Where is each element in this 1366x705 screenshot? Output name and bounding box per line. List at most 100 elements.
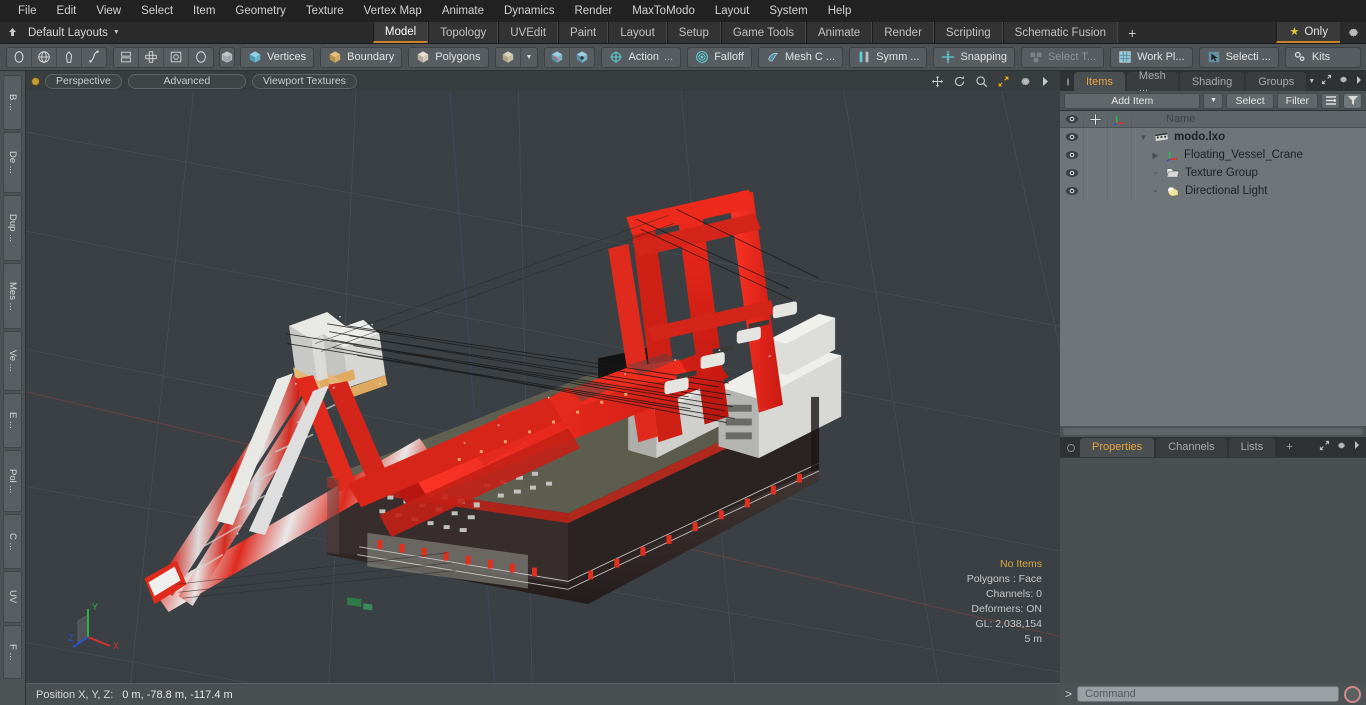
items-list[interactable]: Name ▼ modo.lxo ▶ Floating_Vessel_Crane …	[1060, 111, 1366, 426]
collapse-twisty-icon[interactable]: ▶	[1150, 151, 1161, 160]
tab-animate[interactable]: Animate	[806, 22, 873, 43]
items-list-empty-area[interactable]	[1060, 200, 1366, 426]
menu-view[interactable]: View	[86, 0, 131, 22]
viewport-textures-selector[interactable]: Viewport Textures	[251, 73, 357, 89]
row-add-cell[interactable]	[1084, 182, 1108, 200]
command-input[interactable]: Command	[1077, 686, 1339, 702]
tab-game-tools[interactable]: Game Tools	[720, 22, 806, 43]
tab-paint[interactable]: Paint	[558, 22, 609, 43]
snap-magnet-icon[interactable]	[570, 48, 594, 67]
tab-shading[interactable]: Shading	[1179, 72, 1245, 91]
tab-scripting[interactable]: Scripting	[933, 22, 1003, 43]
left-tab-polygon[interactable]: Pol ...	[3, 449, 22, 512]
expand-twisty-icon[interactable]: ▼	[1138, 133, 1149, 142]
viewport-camera-selector[interactable]: Perspective	[45, 73, 122, 89]
pan-icon[interactable]	[931, 75, 944, 88]
snapping-button[interactable]: Snapping	[933, 46, 1015, 68]
menu-animate[interactable]: Animate	[432, 0, 494, 22]
row-visibility-toggle[interactable]	[1060, 146, 1084, 164]
panel-gear-icon[interactable]	[1338, 74, 1349, 88]
add-item-button[interactable]: Add Item	[1064, 92, 1201, 109]
polygons-button[interactable]: Polygons	[408, 46, 489, 68]
mesh-dropdown-caret-icon[interactable]: ▼	[521, 48, 538, 67]
edge-mode-icon[interactable]	[32, 47, 57, 67]
left-tab-curve[interactable]: C ...	[3, 513, 22, 570]
table-row[interactable]: ▼ modo.lxo	[1060, 128, 1366, 146]
left-tab-deform[interactable]: De ...	[3, 131, 22, 193]
select-through-button[interactable]: Select T...	[1020, 46, 1105, 68]
kits-button[interactable]: Kits	[1284, 46, 1361, 68]
tab-items[interactable]: Items	[1074, 72, 1125, 91]
tab-dropdown-caret-icon[interactable]: ▼	[1308, 78, 1315, 85]
panel-more-arrow-icon[interactable]	[1353, 440, 1361, 453]
menu-geometry[interactable]: Geometry	[225, 0, 296, 22]
item-row-directional-light[interactable]: ▪ Directional Light	[1132, 185, 1268, 198]
row-transform-cell[interactable]	[1108, 182, 1132, 200]
list-options-icon[interactable]	[1321, 92, 1340, 109]
3d-viewport[interactable]: Y X Z No Items Polygons : Face Channels:…	[26, 91, 1060, 683]
menu-texture[interactable]: Texture	[296, 0, 354, 22]
tab-groups[interactable]: Groups	[1246, 72, 1307, 91]
properties-content-area[interactable]	[1060, 456, 1366, 683]
tab-mesh-ops[interactable]: Mesh ...	[1126, 70, 1178, 94]
curve-mode-icon[interactable]	[82, 48, 106, 67]
gear-icon[interactable]	[1340, 22, 1366, 43]
row-transform-cell[interactable]	[1108, 146, 1132, 164]
expand-panel-icon[interactable]	[1319, 440, 1330, 454]
selection-set-button[interactable]: Selecti ...	[1198, 46, 1279, 68]
left-tab-vertex[interactable]: Ve ...	[3, 331, 22, 391]
row-add-cell[interactable]	[1084, 146, 1108, 164]
menu-system[interactable]: System	[759, 0, 817, 22]
tab-setup[interactable]: Setup	[666, 22, 721, 43]
left-tab-duplicate[interactable]: Dup ...	[3, 194, 22, 261]
tab-schematic-fusion[interactable]: Schematic Fusion	[1002, 22, 1119, 43]
horizontal-scrollbar[interactable]	[1063, 427, 1363, 435]
menu-edit[interactable]: Edit	[47, 0, 87, 22]
add-item-dropdown-caret-icon[interactable]: ▼	[1203, 92, 1224, 109]
mesh-icon[interactable]	[496, 47, 521, 67]
work-plane-button[interactable]: Work Pl...	[1110, 46, 1193, 68]
action-center-button[interactable]: Action ...	[601, 46, 682, 68]
row-transform-cell[interactable]	[1108, 128, 1132, 146]
viewport-more-arrow-icon[interactable]	[1041, 76, 1050, 87]
zoom-icon[interactable]	[975, 75, 988, 88]
item-row-mesh[interactable]: ▶ Floating_Vessel_Crane	[1132, 149, 1303, 162]
tab-properties[interactable]: Properties	[1080, 437, 1155, 457]
home-icon[interactable]	[0, 22, 24, 43]
tab-render[interactable]: Render	[872, 22, 934, 43]
filter-funnel-icon[interactable]	[1343, 92, 1362, 109]
menu-render[interactable]: Render	[564, 0, 622, 22]
align-center-icon[interactable]	[139, 47, 164, 67]
menu-item[interactable]: Item	[183, 0, 225, 22]
layout-selector[interactable]: Default Layouts ▼	[24, 22, 128, 43]
mesh-constraint-button[interactable]: Mesh C ...	[757, 46, 844, 68]
panel-more-arrow-icon[interactable]	[1355, 75, 1363, 88]
falloff-button[interactable]: Falloff	[687, 46, 752, 68]
left-tab-uv[interactable]: UV	[3, 571, 22, 623]
align-horizontal-icon[interactable]	[114, 47, 139, 67]
snap-to-geometry-icon[interactable]	[545, 47, 571, 67]
table-row[interactable]: ▪ Texture Group	[1060, 164, 1366, 182]
left-tab-mesh[interactable]: Mes ...	[3, 262, 22, 330]
row-visibility-toggle[interactable]	[1060, 164, 1084, 182]
tab-layout[interactable]: Layout	[608, 22, 667, 43]
menu-maxtomodo[interactable]: MaxToModo	[622, 0, 705, 22]
align-box-icon[interactable]	[164, 47, 189, 67]
table-row[interactable]: ▪ Directional Light	[1060, 182, 1366, 200]
vertices-button[interactable]: Vertices	[240, 46, 315, 68]
table-row[interactable]: ▶ Floating_Vessel_Crane	[1060, 146, 1366, 164]
only-toggle-button[interactable]: ★ Only	[1276, 22, 1340, 43]
row-transform-cell[interactable]	[1108, 164, 1132, 182]
menu-help[interactable]: Help	[818, 0, 862, 22]
tab-uvedit[interactable]: UVEdit	[498, 22, 559, 43]
align-ellipse-icon[interactable]	[189, 48, 213, 67]
select-button[interactable]: Select	[1226, 92, 1274, 109]
viewport-settings-gear-icon[interactable]	[1019, 75, 1032, 88]
menu-vertex-map[interactable]: Vertex Map	[354, 0, 432, 22]
rotate-icon[interactable]	[953, 75, 966, 88]
symmetry-button[interactable]: Symm ...	[849, 46, 928, 68]
tab-lists[interactable]: Lists	[1228, 437, 1276, 457]
tab-model[interactable]: Model	[372, 22, 429, 43]
polygon-mode-icon[interactable]	[57, 47, 82, 67]
expand-panel-icon[interactable]	[1321, 74, 1332, 88]
